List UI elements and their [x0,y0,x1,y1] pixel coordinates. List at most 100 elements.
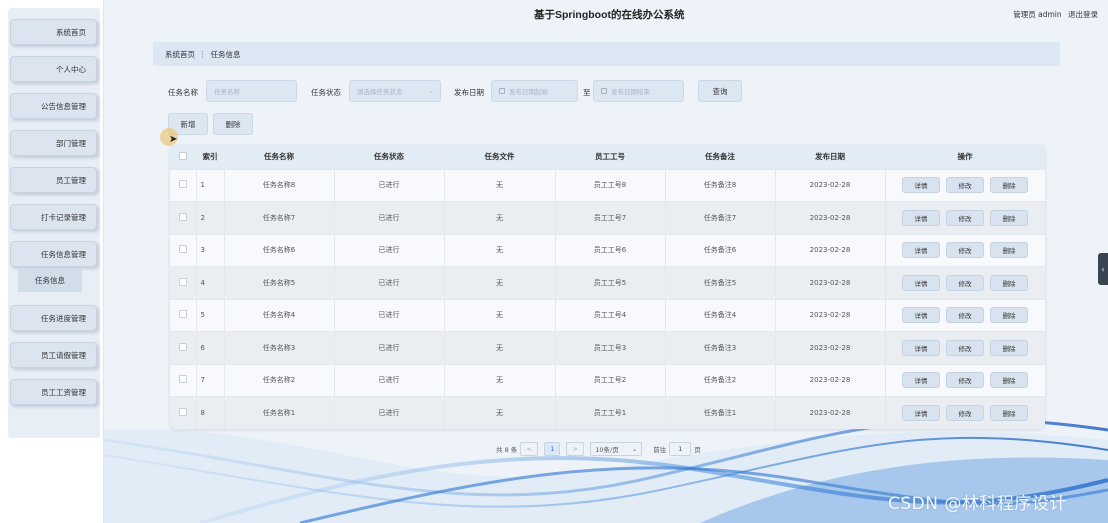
sidebar-item-employee[interactable]: 员工管理 [10,167,97,193]
app-title: 基于Springboot的在线办公系统 [534,9,685,21]
sidebar-item-task-progress[interactable]: 任务进度管理 [10,305,97,331]
cell-actions: 详情 修改 删除 [885,331,1045,364]
sidebar-item-salary[interactable]: 员工工资管理 [10,379,97,405]
select-all-checkbox[interactable] [178,151,187,160]
cell-actions: 详情 修改 删除 [885,233,1045,267]
delete-button[interactable]: 删除 [990,209,1028,226]
detail-button[interactable]: 详情 [902,405,940,421]
delete-button[interactable]: 删除 [990,339,1028,356]
detail-button[interactable]: 详情 [902,307,940,324]
row-select-cell[interactable] [170,266,197,299]
sidebar-item-task-info[interactable]: 任务信息管理 [10,241,97,267]
row-checkbox[interactable] [178,277,187,286]
batch-delete-button[interactable]: 删除 [213,113,253,135]
row-checkbox[interactable] [178,342,187,351]
row-select-cell[interactable] [170,298,197,332]
next-page-button[interactable]: > [566,442,585,456]
row-select-cell[interactable] [170,168,197,202]
edit-button[interactable]: 修改 [946,177,984,194]
sidebar-item-department[interactable]: 部门管理 [10,130,97,156]
breadcrumb-separator: ⋮ [199,49,207,59]
sidebar-item-home[interactable]: 系统首页 [10,19,97,45]
prev-page-button[interactable]: < [520,442,539,456]
breadcrumb-home[interactable]: 系统首页 [165,49,195,60]
table-row: 8 任务名称1 已进行无员工工号1 任务备注1 2023-02-28 详情 修改 删除 [170,396,1045,429]
task-status-label: 任务状态 [311,88,341,97]
delete-button[interactable]: 删除 [990,307,1028,324]
cell-remark: 任务备注4 [665,298,776,332]
column-header-emp-no: 员工工号 [555,145,666,169]
edit-button[interactable]: 修改 [946,307,984,324]
cell-index: 3 [196,233,225,267]
date-end-input[interactable]: 发布日期结束 [593,80,684,102]
row-select-cell[interactable] [170,201,197,234]
logout-link[interactable]: 退出登录 [1068,10,1098,19]
edit-button[interactable]: 修改 [946,242,984,259]
delete-button[interactable]: 删除 [990,242,1028,259]
detail-button[interactable]: 详情 [902,372,940,389]
row-select-cell[interactable] [170,233,197,267]
edit-button[interactable]: 修改 [946,274,984,291]
table-row: 2 任务名称7 已进行无员工工号7 任务备注7 2023-02-28 详情 修改 删除 [170,201,1045,234]
date-start-input[interactable]: 发布日期起始 [491,80,578,102]
cell-actions: 详情 修改 删除 [885,363,1045,397]
sidebar-item-leave[interactable]: 员工请假管理 [10,342,97,368]
task-status-placeholder: 请选择任务状态 [357,88,403,96]
edit-button[interactable]: 修改 [946,405,984,421]
detail-button[interactable]: 详情 [902,339,940,356]
column-header-date: 发布日期 [775,145,886,169]
row-checkbox[interactable] [178,180,187,189]
delete-button[interactable]: 删除 [990,372,1028,389]
row-checkbox[interactable] [178,310,187,319]
edit-button[interactable]: 修改 [946,372,984,389]
delete-button[interactable]: 删除 [990,274,1028,291]
query-button[interactable]: 查询 [698,80,742,102]
cell-task-name: 任务名称2 [224,363,335,397]
page-number-1[interactable]: 1 [544,442,561,456]
detail-button[interactable]: 详情 [902,177,940,194]
date-range-to: 至 [583,88,591,97]
cell-date: 2023-02-28 [775,331,886,364]
row-select-cell[interactable] [170,396,197,429]
cursor-arrow-icon: ➤ [169,134,178,145]
cell-task-name: 任务名称7 [224,201,335,234]
edit-button[interactable]: 修改 [946,209,984,226]
cell-remark: 任务备注8 [665,168,776,202]
cell-remark: 任务备注3 [665,331,776,364]
cell-emp-no: 员工工号8 [555,168,666,202]
collapse-handle[interactable]: ‹ [1098,253,1108,285]
row-checkbox[interactable] [178,375,187,384]
row-checkbox[interactable] [178,408,187,416]
task-status-select[interactable]: 请选择任务状态 ⌄ [349,80,441,102]
sidebar-item-attendance[interactable]: 打卡记录管理 [10,204,97,230]
cell-actions: 详情 修改 删除 [885,201,1045,234]
page-size-select[interactable]: 10条/页 ⌄ [590,442,643,456]
sidebar-item-notice[interactable]: 公告信息管理 [10,93,97,119]
detail-button[interactable]: 详情 [902,242,940,259]
cell-actions: 详情 修改 删除 [885,266,1045,299]
row-select-cell[interactable] [170,363,197,397]
goto-page-input[interactable]: 1 [669,442,692,456]
delete-button[interactable]: 删除 [990,177,1028,194]
row-checkbox[interactable] [178,245,187,254]
cell-date: 2023-02-28 [775,266,886,299]
sidebar-item-profile[interactable]: 个人中心 [10,56,97,82]
select-all-cell[interactable] [170,145,197,169]
goto-label: 前往 [653,446,667,454]
cell-emp-no: 员工工号2 [555,363,666,397]
detail-button[interactable]: 详情 [902,209,940,226]
cell-task-file: 无 [444,233,556,267]
sidebar-subitem-task-info[interactable]: 任务信息 [18,268,82,292]
delete-button[interactable]: 删除 [990,405,1028,421]
row-checkbox[interactable] [178,212,187,221]
pagination-total: 共 8 条 [496,446,518,454]
row-select-cell[interactable] [170,331,197,364]
edit-button[interactable]: 修改 [946,339,984,356]
detail-button[interactable]: 详情 [902,274,940,291]
cell-date: 2023-02-28 [775,201,886,234]
cell-task-name: 任务名称8 [224,168,335,202]
cell-task-file: 无 [444,396,556,429]
cell-date: 2023-02-28 [775,233,886,267]
task-name-input[interactable]: 任务名称 [206,80,297,102]
breadcrumb: 系统首页 ⋮ 任务信息 [153,42,1060,66]
